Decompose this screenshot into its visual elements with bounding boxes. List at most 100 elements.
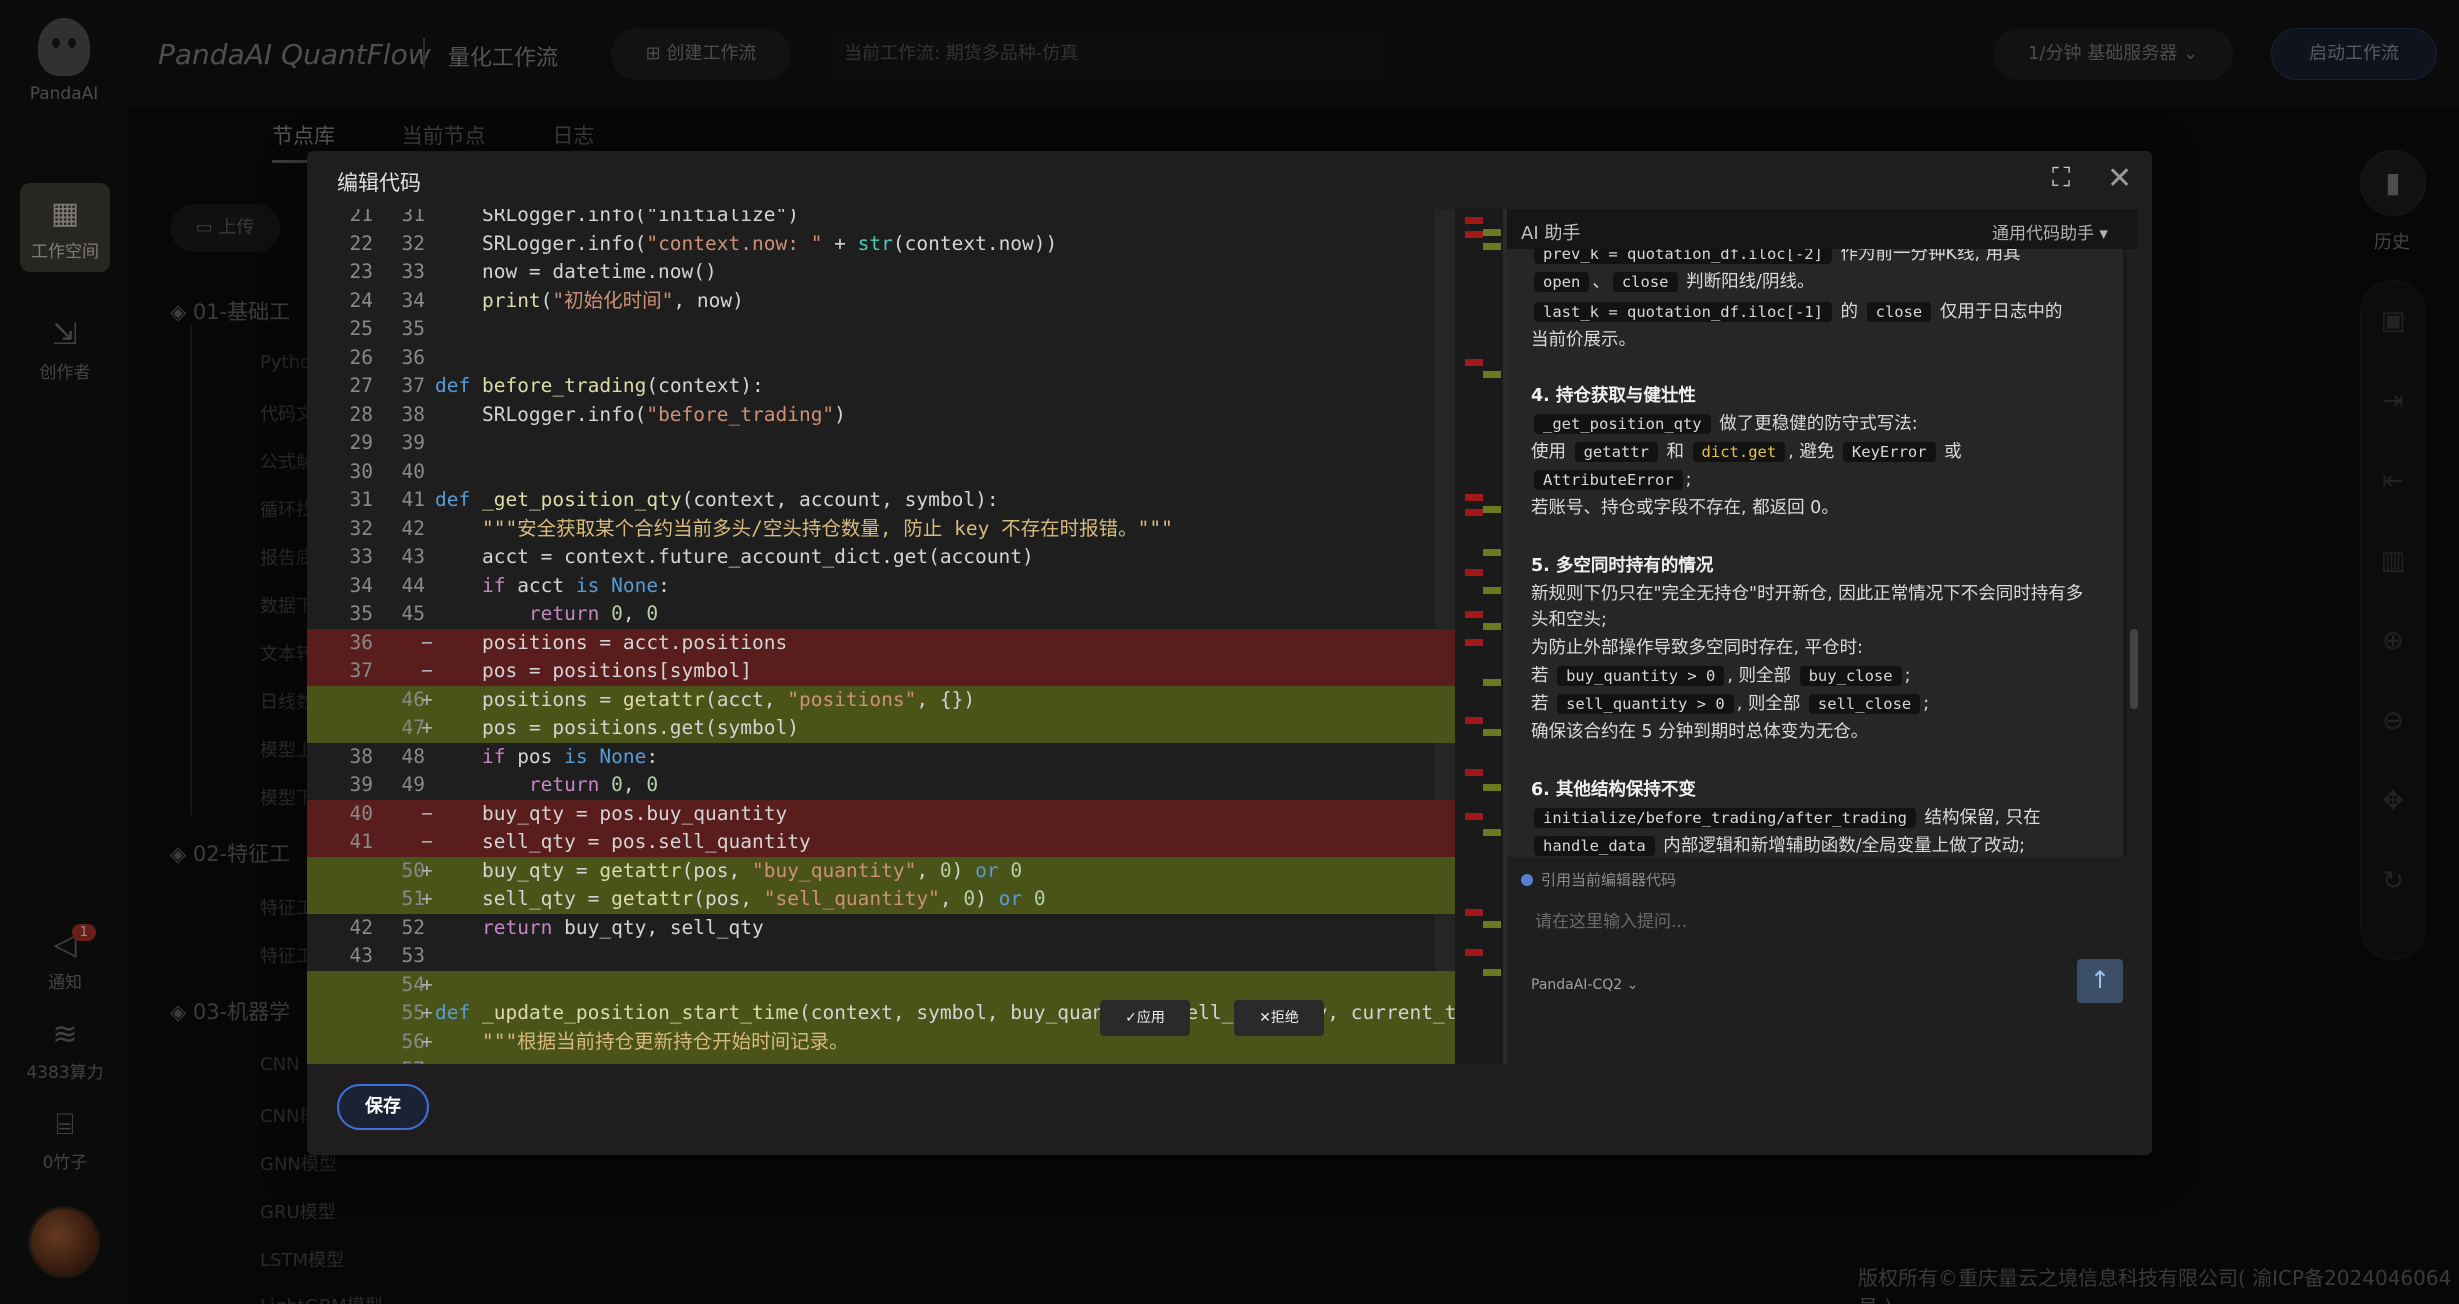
text: 的 <box>1834 302 1864 322</box>
section-heading: 5. 多空同时持有的情况 <box>1531 556 1714 576</box>
code-text: acct = context.future_account_dict.get(a… <box>435 545 1034 568</box>
code-line[interactable]: 50 + buy_qty = getattr(pos, "buy_quantity… <box>307 856 1455 885</box>
code-text: return 0, 0 <box>528 773 659 796</box>
text: 作为前一分钟K线, 用其 <box>1834 249 2021 264</box>
line-number-new: 42 <box>401 516 425 540</box>
code-line[interactable]: 30 40 <box>307 458 1455 487</box>
minimap-diff-marker <box>1483 729 1501 736</box>
code-line[interactable]: 24 34 print("初始化时间", now) <box>307 287 1455 316</box>
line-number-old: 29 <box>349 431 373 454</box>
line-number-old: 26 <box>349 345 373 369</box>
line-number-old: 25 <box>349 317 373 340</box>
inline-code: KeyError <box>1842 442 1936 462</box>
reject-button[interactable]: ✕拒绝 <box>1234 1000 1324 1036</box>
code-line[interactable]: 22 32 SRLogger.info("context.now: " + str… <box>307 230 1455 259</box>
code-text: buy_qty = getattr(pos, "buy_quantity", 0… <box>435 858 1023 882</box>
code-line[interactable]: 26 36 <box>307 344 1455 373</box>
code-editor[interactable]: 21 31 SRLogger.info("initialize") 22 32 SRL… <box>307 209 1455 1064</box>
line-number-old: 21 <box>349 209 373 226</box>
ai-message-line: open、 close 判断阳线/阴线。 <box>1531 269 1814 295</box>
line-number-old: 41 <box>349 830 373 853</box>
minimap-diff-marker <box>1483 784 1501 791</box>
code-line[interactable]: 34 44 if acct is None: <box>307 572 1455 601</box>
ai-scrollbar[interactable] <box>2127 249 2141 857</box>
send-button[interactable]: ↑ <box>2077 959 2123 1003</box>
code-line[interactable]: 33 43 acct = context.future_account_dict.… <box>307 543 1455 572</box>
line-number-new: 38 <box>401 402 425 426</box>
apply-button[interactable]: ✓应用 <box>1100 1000 1190 1036</box>
code-line[interactable]: 40− buy_qty = pos.buy_quantity <box>307 799 1455 828</box>
code-line[interactable]: 46 + positions = getattr(acct, "positions… <box>307 685 1455 714</box>
line-number-new: 34 <box>401 288 425 312</box>
code-line[interactable]: 31 41 def _get_position_qty(context, accou… <box>307 486 1455 515</box>
minimap-diff-marker <box>1465 611 1483 618</box>
radio-icon <box>1521 874 1533 886</box>
code-text: return buy_qty, sell_qty <box>481 915 764 939</box>
ai-assistant-panel: AI 助手 通用代码助手 ▾ prev_k = quotation_df.ilo… <box>1503 209 2141 1064</box>
ai-message-line: AttributeError; <box>1531 467 1692 493</box>
code-line[interactable]: 35 45 return 0, 0 <box>307 600 1455 629</box>
code-line[interactable]: 39 49 return 0, 0 <box>307 771 1455 800</box>
line-number-new: 49 <box>401 773 425 796</box>
line-number-old: 33 <box>349 545 373 568</box>
code-line[interactable]: 28 38 SRLogger.info("before_trading") <box>307 401 1455 430</box>
line-number-old: 28 <box>349 402 373 426</box>
code-line[interactable]: 29 39 <box>307 429 1455 458</box>
minimap-diff-marker <box>1465 769 1483 776</box>
minimap-diff-marker <box>1483 679 1501 686</box>
code-line[interactable]: 36− positions = acct.positions <box>307 628 1455 657</box>
code-line[interactable]: 47 + pos = positions.get(symbol) <box>307 714 1455 743</box>
ai-input-area: 引用当前编辑器代码 请在这里输入提问... PandaAI-CQ2 ⌄ ↑ <box>1507 857 2137 1064</box>
code-line[interactable]: 32 42 """安全获取某个合约当前多头/空头持仓数量, 防止 key 不存在时… <box>307 515 1455 544</box>
code-line[interactable]: 21 31 SRLogger.info("initialize") <box>307 209 1455 230</box>
line-number-old: 23 <box>349 260 373 283</box>
code-line[interactable]: 23 33 now = datetime.now() <box>307 258 1455 287</box>
ai-header: AI 助手 通用代码助手 ▾ <box>1507 209 2137 249</box>
minimap-diff-marker <box>1465 949 1483 956</box>
code-text: """根据当前持仓更新持仓开始时间记录。 <box>435 1029 849 1053</box>
code-line[interactable]: 25 35 <box>307 315 1455 344</box>
text: 仅用于日志中的 <box>1934 302 2063 322</box>
ai-message-line: 5. 多空同时持有的情况 <box>1531 553 1713 579</box>
code-line[interactable]: 54 + <box>307 970 1455 999</box>
text: 头和空头; <box>1531 610 1607 630</box>
inline-code: sell_close <box>1808 694 1921 714</box>
ai-question-input[interactable]: 请在这里输入提问... <box>1535 907 1687 932</box>
line-number-new: 39 <box>401 431 425 454</box>
code-line[interactable]: 41− sell_qty = pos.sell_quantity <box>307 828 1455 857</box>
code-text: if pos is None: <box>481 744 659 768</box>
minimap-diff-marker <box>1483 921 1501 928</box>
ai-title: AI 助手 <box>1521 223 1581 244</box>
line-number-old: 22 <box>349 231 373 255</box>
chevron-down-icon: ▾ <box>2094 224 2108 244</box>
minimap-diff-marker <box>1465 359 1483 366</box>
cite-editor-toggle[interactable]: 引用当前编辑器代码 <box>1521 869 1676 890</box>
model-select[interactable]: PandaAI-CQ2 ⌄ <box>1531 977 1638 993</box>
code-text: return 0, 0 <box>528 602 659 625</box>
code-text: pos = positions[symbol] <box>435 659 752 682</box>
ai-message-line: 新规则下仍只在"完全无持仓"时开新仓, 因此正常情况下不会同时持有多 <box>1531 581 2083 607</box>
line-number-old: 39 <box>349 773 373 796</box>
line-number-new: 41 <box>401 488 425 511</box>
inline-code: buy_quantity > 0 <box>1557 666 1725 686</box>
code-line[interactable]: 37− pos = positions[symbol] <box>307 657 1455 686</box>
code-line[interactable]: 27 37 def before_trading(context): <box>307 372 1455 401</box>
code-line[interactable]: 43 53 <box>307 942 1455 971</box>
text: ; <box>1685 470 1692 490</box>
line-number-old: 30 <box>349 459 373 483</box>
fullscreen-icon[interactable]: ⛶ <box>2052 163 2070 194</box>
code-line[interactable]: 57+ <box>307 1056 1455 1064</box>
save-button[interactable]: 保存 <box>337 1084 429 1130</box>
code-text: def before_trading(context): <box>435 374 764 397</box>
code-text: now = datetime.now() <box>435 260 717 283</box>
minimap-diff-marker <box>1483 229 1501 236</box>
code-line[interactable]: 51 + sell_qty = getattr(pos, "sell_quanti… <box>307 885 1455 914</box>
ai-mode-select[interactable]: 通用代码助手 ▾ <box>1992 219 2108 244</box>
ai-message-line: 若账号、持仓或字段不存在, 都返回 0。 <box>1531 495 1839 521</box>
close-icon[interactable]: ✕ <box>2107 161 2132 196</box>
inline-code: open <box>1534 272 1590 292</box>
code-line[interactable]: 42 52 return buy_qty, sell_qty <box>307 914 1455 943</box>
minimap-diff-marker <box>1465 494 1483 501</box>
code-line[interactable]: 38 48 if pos is None: <box>307 743 1455 772</box>
inline-code: getattr <box>1574 442 1658 462</box>
